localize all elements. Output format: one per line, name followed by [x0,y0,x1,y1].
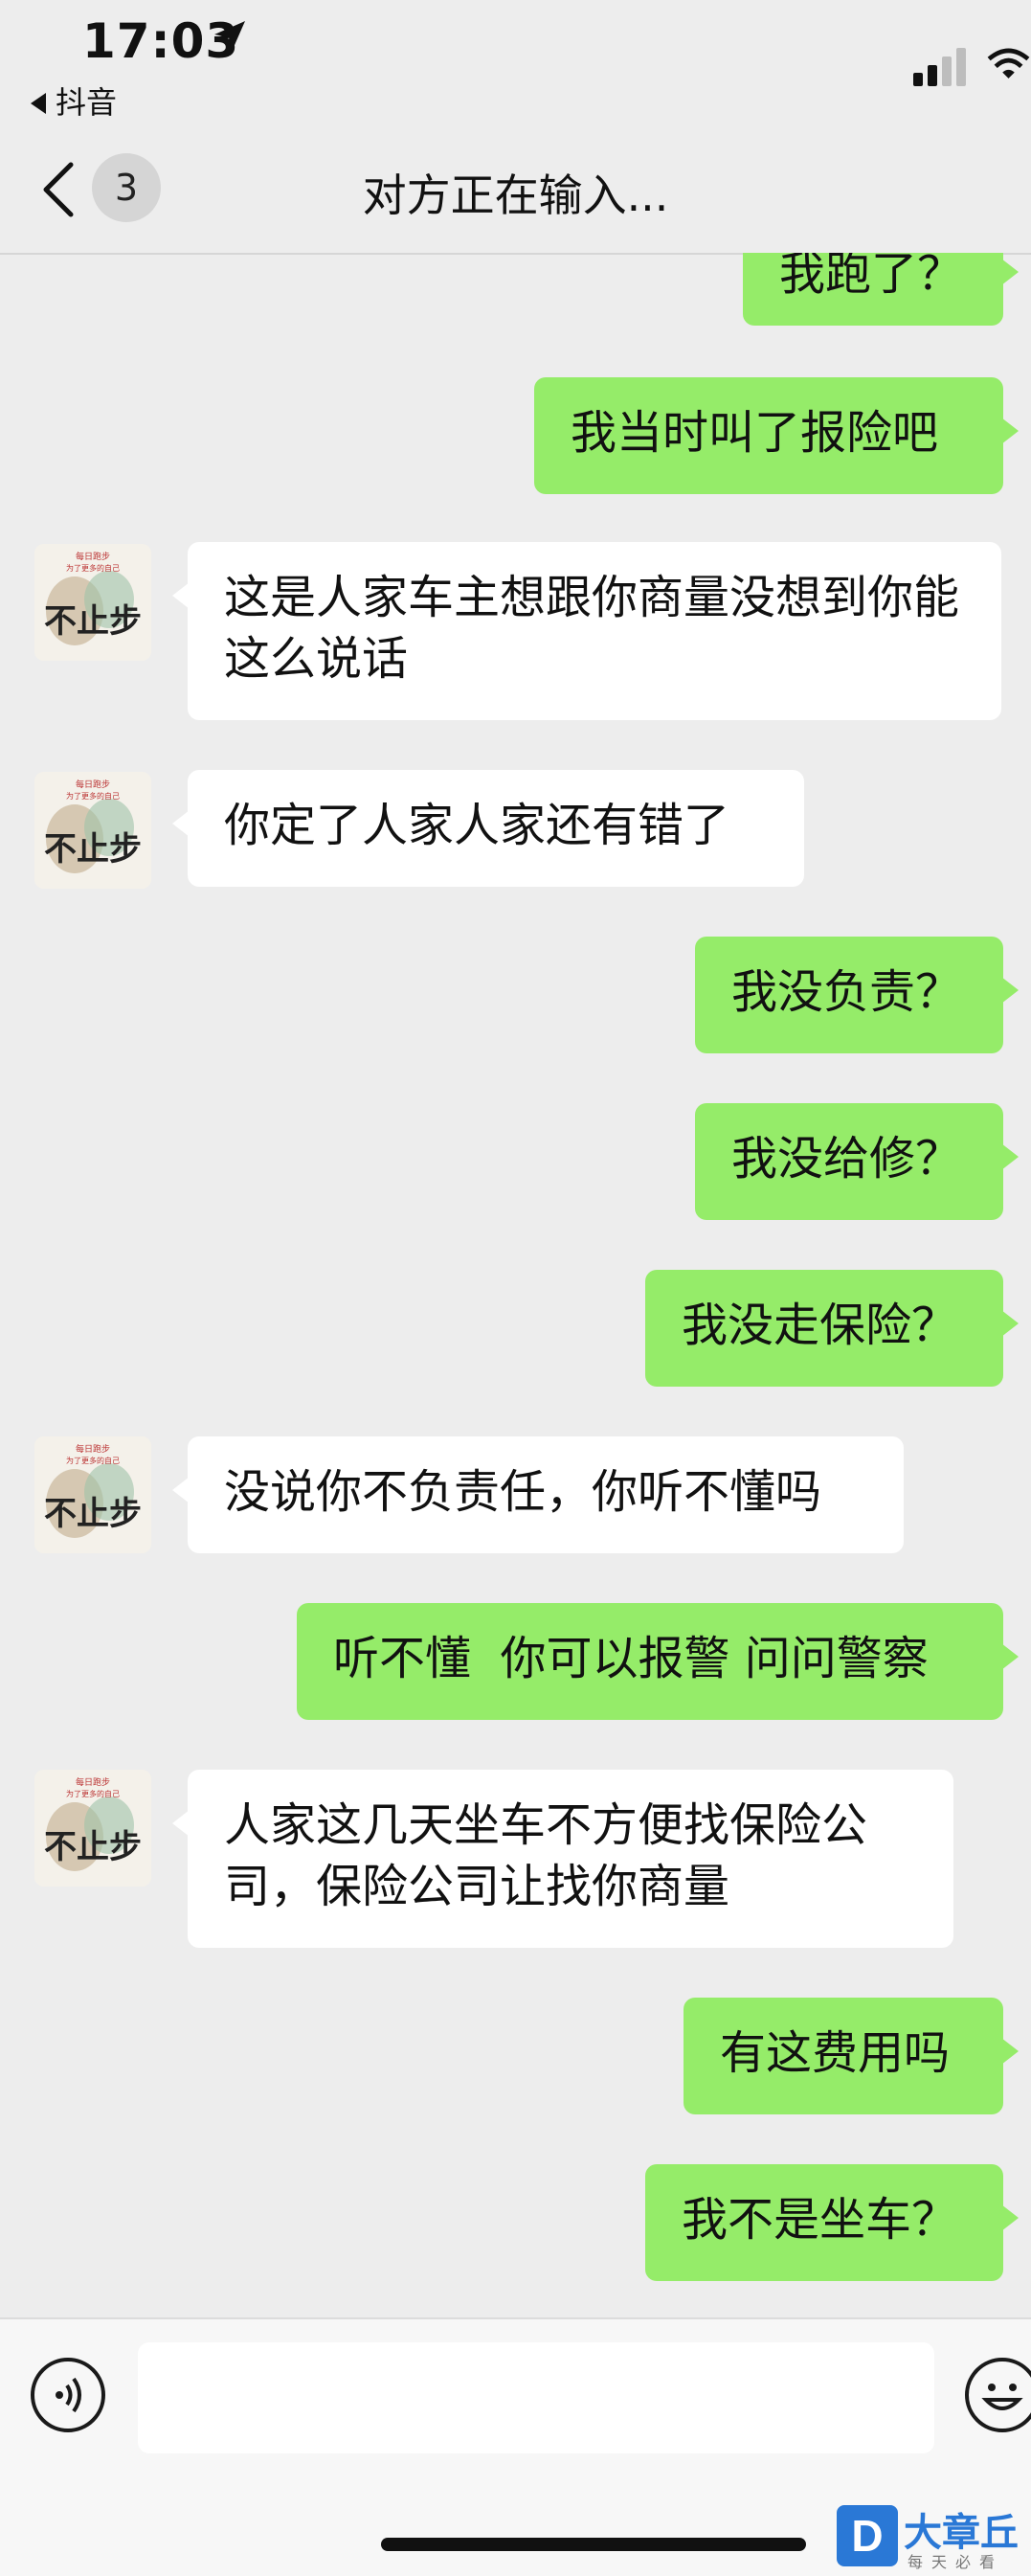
svg-text:为了更多的自己: 为了更多的自己 [66,791,120,801]
voice-input-button[interactable] [31,2358,105,2432]
location-arrow-icon [214,21,245,52]
watermark-d-icon: D [837,2505,898,2566]
message-bubble-mine[interactable]: 我不是坐车？ [645,2164,1019,2281]
avatar-runner-icon: 每日跑步 为了更多的自己 不止步 [34,1436,151,1553]
svg-text:不止步: 不止步 [44,602,142,641]
svg-text:为了更多的自己: 为了更多的自己 [66,1789,120,1798]
chat-input-bar: D 大章丘 每天必看 [0,2317,1031,2576]
back-to-app-link[interactable]: 抖音 [31,79,117,123]
message-bubble-contact[interactable]: 这是人家车主想跟你商量没想到你能这么说话 [172,542,1001,720]
svg-text:不止步: 不止步 [44,1495,142,1533]
message-text: 我当时叫了报险吧 [571,406,939,460]
svg-text:为了更多的自己: 为了更多的自己 [66,563,120,573]
message-bubble-mine[interactable]: 我跑了？ [743,253,1019,326]
avatar-runner-icon: 每日跑步 为了更多的自己 不止步 [34,1770,151,1887]
svg-text:不止步: 不止步 [44,830,142,869]
signal-icon [913,48,966,86]
watermark-slogan: 每天必看 [908,2553,1004,2571]
message-bubble-mine[interactable]: 听不懂 你可以报警 问问警察 [297,1603,1019,1720]
contact-avatar[interactable]: 每日跑步 为了更多的自己 不止步 [34,1436,151,1553]
watermark-logo: D 大章丘 每天必看 [837,2501,1031,2576]
contact-avatar[interactable]: 每日跑步 为了更多的自己 不止步 [34,544,151,661]
status-bar: 17:03 抖音 [0,0,1031,124]
message-bubble-mine[interactable]: 我没走保险？ [645,1270,1019,1387]
back-triangle-icon [31,93,46,114]
message-bubble-contact[interactable]: 你定了人家人家还有错了 [172,770,804,887]
svg-text:每日跑步: 每日跑步 [76,1776,110,1788]
message-bubble-mine[interactable]: 我没负责？ [695,937,1019,1053]
wifi-icon [987,48,1030,79]
message-text: 我没走保险？ [682,1299,958,1352]
message-text: 我跑了？ [779,253,964,301]
contact-avatar[interactable]: 每日跑步 为了更多的自己 不止步 [34,772,151,889]
message-list[interactable]: 我跑了？ 我当时叫了报险吧 每日跑步 为了更多的自己 不止步 这是人家车主想跟你… [0,253,1031,2317]
smiley-icon [981,2384,1023,2410]
avatar-runner-icon: 每日跑步 为了更多的自己 不止步 [34,772,151,889]
svg-text:每日跑步: 每日跑步 [76,1443,110,1455]
home-indicator[interactable] [381,2538,806,2551]
message-bubble-contact[interactable]: 没说你不负责任，你听不懂吗 [172,1436,904,1553]
message-input[interactable] [138,2342,934,2453]
message-bubble-mine[interactable]: 我当时叫了报险吧 [534,377,1019,494]
message-text: 有这费用吗 [720,2026,951,2080]
message-bubble-mine[interactable]: 我没给修？ [695,1103,1019,1220]
svg-text:每日跑步: 每日跑步 [76,551,110,562]
voice-wave-icon [56,2377,81,2413]
message-text: 我没给修？ [731,1132,962,1186]
svg-text:不止步: 不止步 [44,1828,142,1866]
message-bubble-contact[interactable]: 人家这几天坐车不方便找保险公司，保险公司让找你商量 [172,1770,953,1948]
message-text: 我没负责？ [731,965,962,1019]
message-text: 我不是坐车？ [682,2193,958,2247]
chat-header: 3 对方正在输入... [0,124,1031,255]
message-text: 听不懂 你可以报警 问问警察 [333,1632,929,1685]
message-text: 这是人家车主想跟你商量没想到你能这么说话 [224,571,960,686]
message-bubble-mine[interactable]: 有这费用吗 [684,1998,1019,2114]
emoji-button[interactable] [965,2358,1031,2432]
back-app-label: 抖音 [56,84,118,121]
chat-title: 对方正在输入... [362,169,669,221]
message-text: 没说你不负责任，你听不懂吗 [224,1465,822,1519]
contact-avatar[interactable]: 每日跑步 为了更多的自己 不止步 [34,1770,151,1887]
svg-text:每日跑步: 每日跑步 [76,779,110,790]
message-text: 人家这几天坐车不方便找保险公司，保险公司让找你商量 [224,1798,868,1913]
avatar-runner-icon: 每日跑步 为了更多的自己 不止步 [34,544,151,661]
svg-text:为了更多的自己: 为了更多的自己 [66,1456,120,1465]
message-text: 你定了人家人家还有错了 [224,799,730,852]
